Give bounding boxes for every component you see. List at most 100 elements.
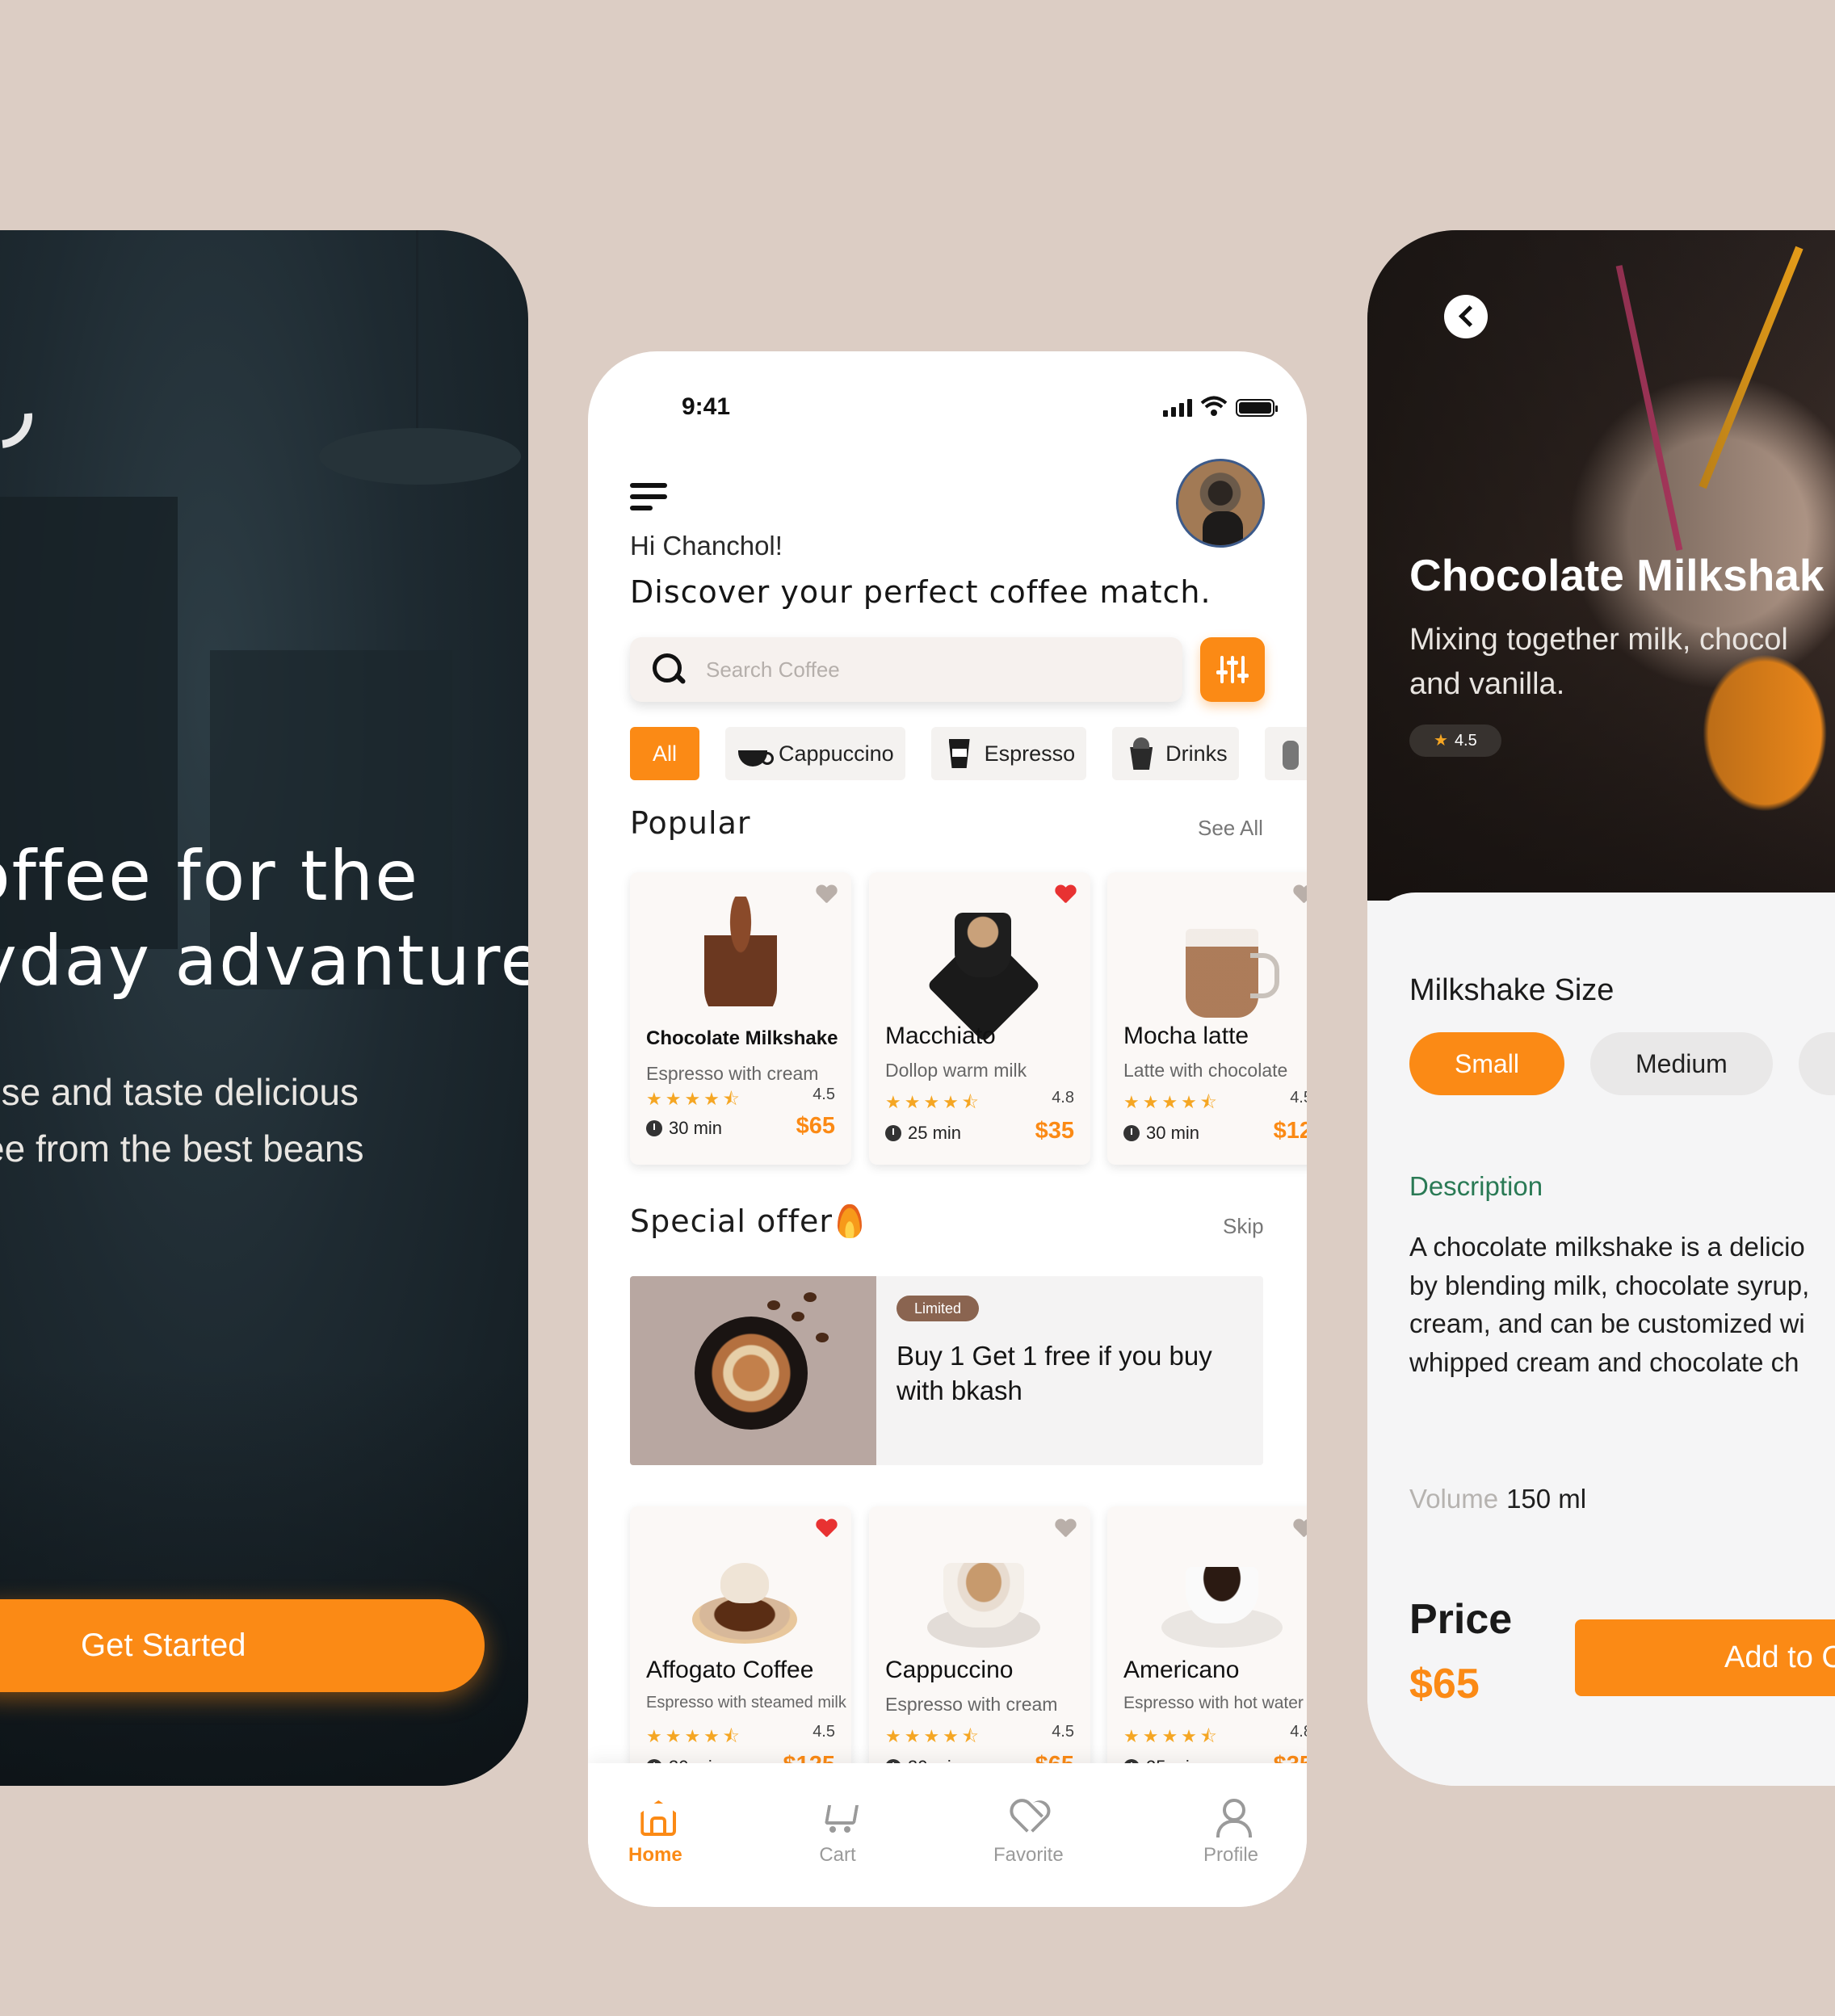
rating-value: 4.5 [1290,1089,1307,1107]
product-card[interactable]: Cappuccino Espresso with cream ★★★★⯪ 4.5… [869,1506,1090,1799]
product-name: Mocha latte [1123,1023,1249,1049]
drink-icon [1276,737,1307,770]
product-card[interactable]: Americano Espresso with hot water ★★★★⯪ … [1107,1506,1307,1799]
nav-profile[interactable]: Profile [1203,1797,1258,1867]
product-price: $35 [1035,1118,1074,1144]
heart-icon [1009,1797,1048,1834]
category-chip-espresso[interactable]: Espresso [930,727,1087,780]
filter-icon [1216,656,1228,683]
category-label: Espresso [984,741,1076,766]
product-name: Chocolate Milkshake [646,1027,838,1049]
star-rating: ★★★★⯪ [885,1726,982,1746]
battery-icon [1236,399,1278,417]
size-small-button[interactable]: Small [1409,1032,1565,1095]
latte-art-plate [695,1317,808,1430]
search-input[interactable] [706,657,1126,682]
product-card[interactable]: Affogato Coffee Espresso with steamed mi… [630,1506,851,1799]
clock-icon [1123,1125,1140,1141]
americano-image [1157,1531,1283,1660]
clock-icon [646,1120,662,1136]
star-rating: ★★★★⯪ [885,1092,982,1112]
nav-cart[interactable]: Cart [818,1797,857,1867]
greeting: Hi Chanchol! [630,531,783,561]
back-button[interactable] [1444,295,1488,338]
nav-favorite[interactable]: Favorite [993,1797,1064,1867]
rating-value: 4.8 [1290,1723,1307,1741]
price-value: $65 [1409,1661,1480,1707]
product-title: Chocolate Milkshak [1409,550,1825,600]
product-price: $12 [1273,1118,1307,1144]
product-desc: Dollop warm milk [885,1060,1027,1081]
description-label: Description [1409,1171,1543,1201]
rating-value: 4.5 [1052,1723,1074,1741]
nav-home[interactable]: Home [628,1797,682,1867]
macchiato-image [919,897,1040,1026]
home-icon [636,1797,674,1834]
rating-pill: ★ 4.5 [1409,724,1501,757]
product-card[interactable]: Macchiato Dollop warm milk ★★★★⯪ 4.8 25 … [869,872,1090,1165]
product-card[interactable]: Mocha latte Latte with chocolate ★★★★⯪ 4… [1107,872,1307,1165]
onboarding-title-line2: yday advanture [0,921,528,1002]
prep-time: 30 min [646,1118,722,1139]
signal-icon [1163,397,1192,417]
wifi-icon [1200,396,1228,416]
category-label: Cappuccino [779,741,894,766]
special-offer-banner[interactable]: Limited Buy 1 Get 1 free if you buy with… [630,1276,1263,1465]
category-chip-cappuccino[interactable]: Cappuccino [725,727,905,780]
heart-icon[interactable] [1055,885,1076,906]
product-name: Cappuccino [885,1657,1014,1683]
category-chips: All Cappuccino Espresso Drinks [630,727,1307,780]
star-icon: ★ [1434,732,1448,750]
search-bar[interactable] [630,637,1182,702]
offer-text: Buy 1 Get 1 free if you buy with bkash [897,1341,1212,1405]
nav-label: Cart [819,1844,856,1866]
product-desc: Espresso with cream [646,1063,819,1084]
product-card[interactable]: Chocolate Milkshake Espresso with cream … [630,872,851,1165]
nav-label: Favorite [993,1844,1064,1866]
prep-time: 25 min [885,1123,961,1144]
add-to-cart-button[interactable]: Add to C [1575,1619,1835,1696]
get-started-button[interactable]: Get Started [0,1599,485,1692]
product-name: Americano [1123,1657,1240,1683]
heart-icon[interactable] [1293,885,1307,906]
see-all-link[interactable]: See All [1198,816,1263,841]
product-desc: Latte with chocolate [1123,1060,1288,1081]
special-offer-title: Special offer [630,1203,863,1239]
drinks-cup-icon [1123,737,1159,770]
size-medium-button[interactable]: Medium [1590,1032,1773,1095]
category-chip-all[interactable]: All [630,727,700,780]
affogato-image [680,1531,801,1660]
chocolate-milkshake-image [704,897,777,1026]
profile-icon [1211,1797,1253,1838]
menu-icon[interactable] [630,483,667,515]
bottom-navigation: Home Cart Favorite Profile [588,1763,1307,1907]
cart-icon [818,1797,857,1834]
onboarding-subtitle-line1: ose and taste delicious [0,1071,359,1113]
floor-shade [0,1366,528,1786]
size-options: Small Medium [1409,1032,1835,1095]
size-label: Milkshake Size [1409,973,1615,1007]
cappuccino-image [919,1531,1040,1660]
offer-image [630,1276,876,1465]
star-rating: ★★★★⯪ [1123,1726,1220,1746]
status-icons [1163,396,1278,417]
search-icon [651,652,687,687]
size-large-button[interactable] [1798,1032,1835,1095]
skip-link[interactable]: Skip [1223,1214,1264,1239]
avatar[interactable] [1176,459,1265,548]
prep-time: 30 min [1123,1123,1199,1144]
filter-button[interactable] [1200,637,1265,702]
heart-icon[interactable] [816,1519,837,1540]
heart-icon[interactable] [1055,1519,1076,1540]
star-rating: ★★★★⯪ [646,1726,743,1746]
cappuccino-cup-icon [737,737,775,770]
rating-value: 4.5 [813,1086,835,1103]
category-chip-more[interactable] [1264,727,1307,780]
volume-info: Volume 150 ml [1409,1484,1587,1514]
heart-icon[interactable] [1293,1519,1307,1540]
category-chip-drinks[interactable]: Drinks [1112,727,1239,780]
product-detail-screen: Chocolate Milkshak Mixing together milk,… [1367,230,1835,1786]
product-desc: Espresso with cream [885,1694,1058,1715]
heart-icon[interactable] [816,885,837,906]
onboarding-screen: offee for the yday advanture ose and tas… [0,230,528,1786]
